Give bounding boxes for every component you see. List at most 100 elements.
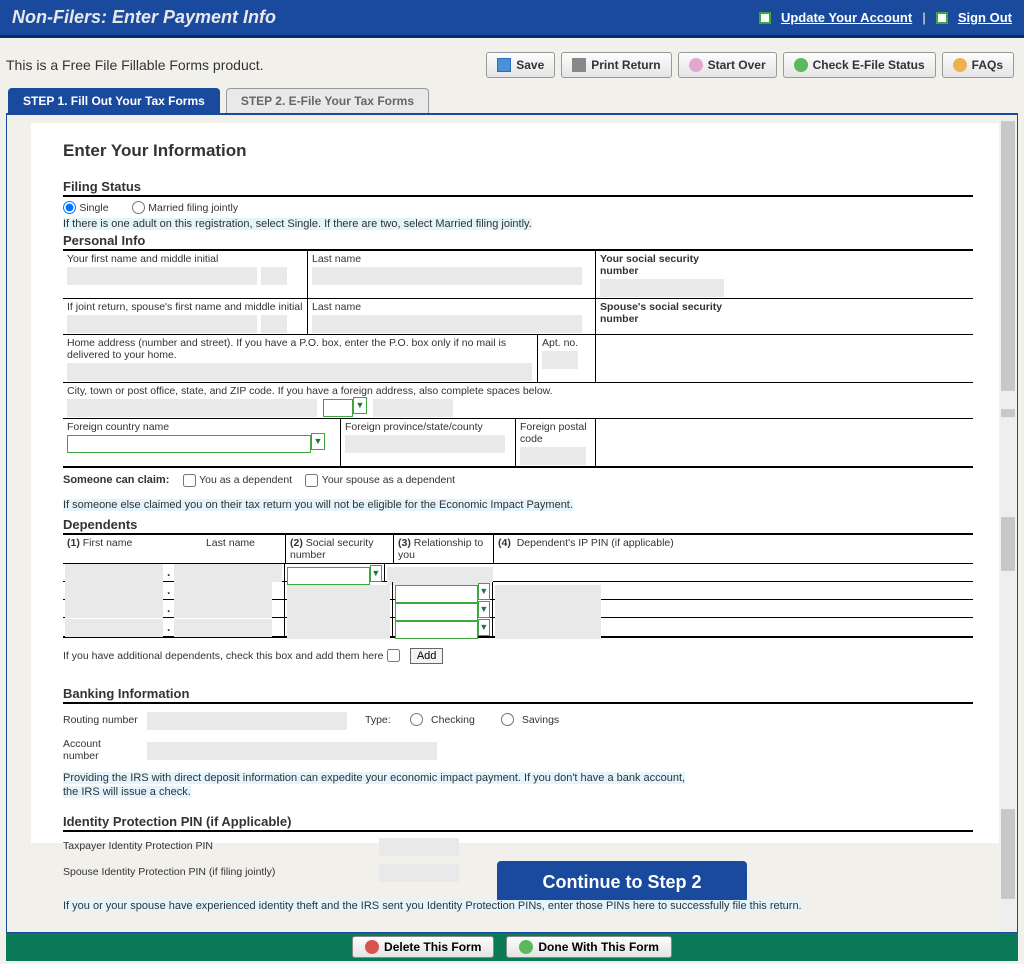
scroll-thumb[interactable] <box>1001 517 1015 571</box>
ippin-hint: If you or your spouse have experienced i… <box>63 900 802 912</box>
add-dependent-checkbox[interactable] <box>387 649 400 662</box>
foreign-postal-input[interactable] <box>520 447 586 465</box>
filing-status-heading: Filing Status <box>63 179 973 197</box>
account-input[interactable] <box>147 742 437 760</box>
checking-radio[interactable] <box>410 713 423 726</box>
fs-married-radio[interactable] <box>132 201 145 214</box>
ippin-tp-row: Taxpayer Identity Protection PIN <box>63 832 973 860</box>
ippin-tp-input[interactable] <box>379 838 459 856</box>
tab-step1[interactable]: STEP 1. Fill Out Your Tax Forms <box>8 88 220 113</box>
claim-you-checkbox[interactable] <box>183 474 196 487</box>
scroll-thumb[interactable] <box>1001 121 1015 391</box>
dep-h1a: (1) <box>67 537 80 549</box>
scroll-thumb[interactable] <box>1001 409 1015 417</box>
dep-last-input[interactable] <box>174 582 272 600</box>
spouse-name-row: If joint return, spouse's first name and… <box>63 299 973 335</box>
dep-h1b: First name <box>83 537 133 549</box>
add-dependent-button[interactable]: Add <box>410 648 444 664</box>
sp-last-name-label: Last name <box>312 301 591 313</box>
state-input[interactable] <box>323 399 353 417</box>
dep-first-input[interactable] <box>65 564 163 582</box>
dependent-row: ▼ <box>63 564 973 582</box>
start-over-icon <box>689 58 703 72</box>
sp-first-name-input[interactable] <box>67 315 257 333</box>
scrollbar[interactable] <box>1001 119 1015 931</box>
routing-row: Routing number Type: Checking Savings <box>63 704 973 736</box>
address-row: Home address (number and street). If you… <box>63 335 973 383</box>
dep-first-input[interactable] <box>65 619 163 637</box>
start-over-button[interactable]: Start Over <box>678 52 777 78</box>
sp-last-name-input[interactable] <box>312 315 582 333</box>
routing-label: Routing number <box>63 714 139 726</box>
done-form-button[interactable]: Done With This Form <box>506 936 672 958</box>
chevron-down-icon[interactable]: ▼ <box>478 583 490 600</box>
update-icon <box>759 12 771 24</box>
dep-ssn-input[interactable] <box>272 564 282 582</box>
delete-form-button[interactable]: Delete This Form <box>352 936 494 958</box>
dep-h3a: (3) <box>398 537 411 549</box>
delete-label: Delete This Form <box>384 940 481 954</box>
dependent-row: ▼ <box>63 582 973 600</box>
bank-hint-2: the IRS will issue a check. <box>63 786 191 798</box>
savings-radio[interactable] <box>501 713 514 726</box>
claim-spouse-label: Your spouse as a dependent <box>322 474 455 486</box>
dep-relationship-input[interactable] <box>395 621 478 639</box>
last-name-label: Last name <box>312 253 591 265</box>
sp-ssn-label: Spouse's social security number <box>600 301 728 325</box>
last-name-input[interactable] <box>312 267 582 285</box>
start-over-label: Start Over <box>708 58 766 72</box>
dep-last-input[interactable] <box>174 619 272 637</box>
claim-spouse-checkbox[interactable] <box>305 474 318 487</box>
city-input[interactable] <box>67 399 317 417</box>
first-name-input[interactable] <box>67 267 257 285</box>
update-account-link[interactable]: Update Your Account <box>781 10 912 25</box>
ssn-input[interactable] <box>600 279 724 297</box>
dep-first-input[interactable] <box>65 600 163 618</box>
foreign-province-input[interactable] <box>345 435 505 453</box>
routing-input[interactable] <box>147 712 347 730</box>
chevron-down-icon[interactable]: ▼ <box>353 397 367 414</box>
ippin-sp-input[interactable] <box>379 864 459 882</box>
zip-input[interactable] <box>373 399 453 417</box>
chevron-down-icon[interactable]: ▼ <box>478 601 490 618</box>
apt-input[interactable] <box>542 351 578 369</box>
dependent-row: ▼ <box>63 600 973 618</box>
home-address-input[interactable] <box>67 363 532 381</box>
dependent-row: ▼ <box>63 618 973 636</box>
bank-hint-1: Providing the IRS with direct deposit in… <box>63 772 685 784</box>
tab-step2[interactable]: STEP 2. E-File Your Tax Forms <box>226 88 429 113</box>
foreign-country-input[interactable] <box>67 435 311 453</box>
faqs-button[interactable]: FAQs <box>942 52 1014 78</box>
separator: | <box>922 10 926 25</box>
fs-married-option[interactable]: Married filing jointly <box>132 200 238 214</box>
account-row: Account number <box>63 736 973 764</box>
faqs-label: FAQs <box>972 58 1003 72</box>
check-icon <box>794 58 808 72</box>
bank-type-label: Type: <box>365 714 391 726</box>
chevron-down-icon[interactable]: ▼ <box>478 619 490 636</box>
chevron-down-icon[interactable]: ▼ <box>370 565 382 582</box>
print-button[interactable]: Print Return <box>561 52 671 78</box>
dep-ssn-input[interactable] <box>287 621 390 639</box>
foreign-country-label: Foreign country name <box>67 421 336 433</box>
ippin-heading: Identity Protection PIN (if Applicable) <box>63 814 973 832</box>
fs-single-radio[interactable] <box>63 201 76 214</box>
add-dependent-row: If you have additional dependents, check… <box>63 638 973 668</box>
fs-single-option[interactable]: Single <box>63 200 109 214</box>
mi-input[interactable] <box>261 267 287 285</box>
chevron-down-icon[interactable]: ▼ <box>311 433 325 450</box>
fs-married-label: Married filing jointly <box>148 202 238 214</box>
dep-ippin-input[interactable] <box>495 621 601 639</box>
save-button[interactable]: Save <box>486 52 555 78</box>
save-label: Save <box>516 58 544 72</box>
scroll-thumb[interactable] <box>1001 809 1015 899</box>
print-label: Print Return <box>591 58 660 72</box>
dep-first-input[interactable] <box>65 582 163 600</box>
sign-out-link[interactable]: Sign Out <box>958 10 1012 25</box>
toolbar-buttons: Save Print Return Start Over Check E-Fil… <box>486 52 1014 78</box>
ssn-label: Your social security number <box>600 253 728 277</box>
foreign-row: Foreign country name ▼ Foreign province/… <box>63 419 973 468</box>
dep-last-input[interactable] <box>174 600 272 618</box>
sp-mi-input[interactable] <box>261 315 287 333</box>
check-efile-button[interactable]: Check E-File Status <box>783 52 936 78</box>
